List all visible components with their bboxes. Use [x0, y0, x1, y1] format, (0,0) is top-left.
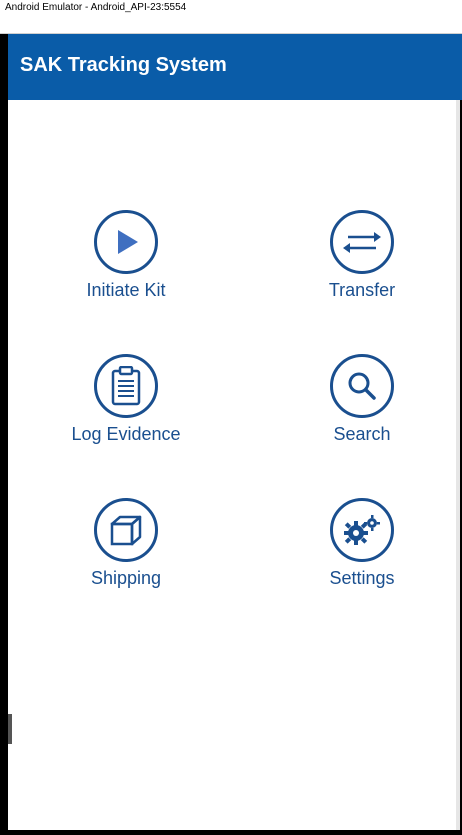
settings-button[interactable]: Settings	[282, 498, 442, 608]
transfer-label: Transfer	[328, 280, 396, 300]
window-title: Android Emulator - Android_API-23:5554	[5, 2, 187, 13]
scroll-edge	[456, 100, 460, 830]
search-label: Search	[333, 424, 391, 444]
transfer-button[interactable]: Transfer	[282, 210, 442, 320]
gears-icon	[330, 498, 394, 562]
log-evidence-label: Log Evidence	[71, 424, 181, 444]
settings-label: Settings	[329, 568, 395, 588]
emulator-window: Android Emulator - Android_API-23:5554 S…	[0, 0, 462, 835]
app-title: SAK Tracking System	[20, 54, 227, 76]
search-button[interactable]: Search	[282, 354, 442, 464]
box-icon	[94, 498, 158, 562]
initiate-kit-label: Initiate Kit	[86, 280, 166, 300]
window-titlebar[interactable]: Android Emulator - Android_API-23:5554	[0, 0, 462, 34]
device-screen: SAK Tracking System Initiate Kit Transfe…	[6, 34, 462, 830]
log-evidence-button[interactable]: Log Evidence	[46, 354, 206, 464]
transfer-arrows-icon	[330, 210, 394, 274]
play-icon	[94, 210, 158, 274]
app-bar: SAK Tracking System	[8, 34, 462, 100]
search-icon	[330, 354, 394, 418]
clipboard-icon	[94, 354, 158, 418]
shipping-label: Shipping	[90, 568, 162, 588]
shipping-button[interactable]: Shipping	[46, 498, 206, 608]
edge-shadow	[8, 714, 12, 744]
initiate-kit-button[interactable]: Initiate Kit	[46, 210, 206, 320]
